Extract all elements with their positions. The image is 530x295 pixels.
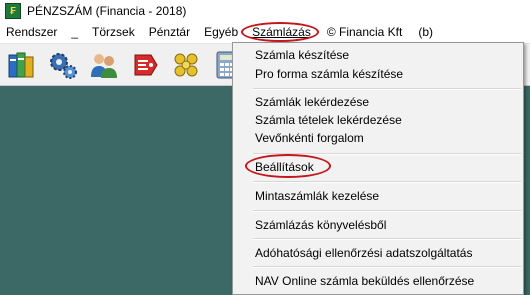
menu-copyright: © Financia Kft bbox=[326, 25, 403, 39]
menu-item-konyvelesbol[interactable]: Számlázás könyvelésből bbox=[255, 216, 386, 234]
menu-b[interactable]: (b) bbox=[411, 22, 440, 43]
menu-item-adohatosagi[interactable]: Adóhatósági ellenőrzési adatszolgáltatás bbox=[255, 244, 472, 262]
tag-icon bbox=[134, 54, 158, 75]
title-bar: ₣ PÉNZSZÁM (Financia - 2018) bbox=[0, 0, 530, 22]
coins-icon bbox=[174, 53, 198, 76]
szamlazas-dropdown-menu: Számla készítése Pro forma számla készít… bbox=[232, 42, 524, 295]
menu-item-beallitasok[interactable]: Beállítások bbox=[255, 158, 314, 176]
menu-separator bbox=[253, 210, 521, 212]
menu-item-pro-forma[interactable]: Pro forma számla készítése bbox=[255, 65, 403, 83]
menu-separator bbox=[253, 181, 521, 183]
menu-item-nav-online[interactable]: NAV Online számla beküldés ellenőrzése bbox=[255, 272, 474, 290]
window-title: PÉNZSZÁM (Financia - 2018) bbox=[27, 4, 187, 18]
menu-rendszer[interactable]: Rendszer bbox=[0, 22, 64, 43]
toolbar-button-settings[interactable] bbox=[45, 47, 81, 83]
toolbar-button-books[interactable] bbox=[4, 47, 40, 83]
menu-item-vevonkenti-forgalom[interactable]: Vevőnkénti forgalom bbox=[255, 129, 364, 147]
menu-separator bbox=[253, 88, 521, 90]
menu-bar: Rendszer _ Törzsek Pénztár Egyéb Számláz… bbox=[0, 22, 530, 44]
books-icon bbox=[8, 52, 34, 77]
menu-separator bbox=[253, 153, 521, 155]
gears-icon bbox=[50, 52, 77, 79]
toolbar-button-tag[interactable] bbox=[127, 47, 163, 83]
menu-item-szamla-tetelek[interactable]: Számla tételek lekérdezése bbox=[255, 111, 402, 129]
menu-item-szamla-keszitese[interactable]: Számla készítése bbox=[255, 46, 349, 64]
menu-egyeb[interactable]: Egyéb bbox=[197, 22, 245, 43]
toolbar-button-coins[interactable] bbox=[168, 47, 204, 83]
menu-torzsek[interactable]: Törzsek bbox=[85, 22, 142, 43]
menu-penztar[interactable]: Pénztár bbox=[142, 22, 197, 43]
menu-separator bbox=[253, 238, 521, 240]
menu-underscore[interactable]: _ bbox=[64, 22, 85, 43]
menu-szamlazas-label: Számlázás bbox=[252, 25, 311, 39]
menu-szamlazas[interactable]: Számlázás bbox=[241, 22, 320, 43]
menu-separator bbox=[253, 266, 521, 268]
toolbar-button-users[interactable] bbox=[86, 47, 122, 83]
menu-item-szamlak-lekerdezese[interactable]: Számlák lekérdezése bbox=[255, 93, 369, 111]
app-icon: ₣ bbox=[5, 3, 21, 19]
users-icon bbox=[91, 53, 117, 78]
menu-item-mintaszamlak[interactable]: Mintaszámlák kezelése bbox=[255, 187, 379, 205]
